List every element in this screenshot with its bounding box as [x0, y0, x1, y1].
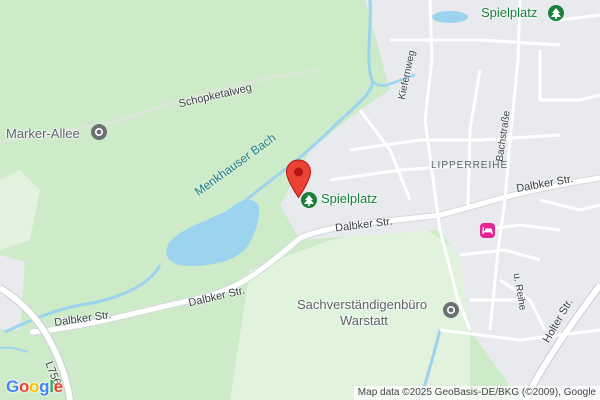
pond [432, 11, 468, 23]
location-icon[interactable] [443, 302, 459, 318]
tree-icon[interactable] [548, 5, 564, 21]
location-icon[interactable] [91, 124, 107, 140]
map-attribution[interactable]: Map data ©2025 GeoBasis-DE/BKG (©2009), … [353, 386, 600, 400]
map-view[interactable]: Schopketalweg Marker-Allee Menkhauser Ba… [0, 0, 600, 400]
label-marker-allee[interactable]: Marker-Allee [6, 126, 80, 141]
label-sachverstaendigenbuero[interactable]: Sachverständigenbüro [297, 297, 427, 312]
hotel-icon[interactable] [480, 223, 495, 238]
map-base-layer [0, 0, 600, 400]
google-logo[interactable]: Google [6, 377, 63, 397]
map-pin-icon[interactable] [285, 159, 312, 199]
label-warstatt[interactable]: Warstatt [340, 313, 388, 328]
label-lipperreihe: LIPPERREIHE [431, 160, 509, 171]
label-spielplatz-top[interactable]: Spielplatz [481, 5, 537, 20]
label-spielplatz[interactable]: Spielplatz [321, 191, 377, 206]
